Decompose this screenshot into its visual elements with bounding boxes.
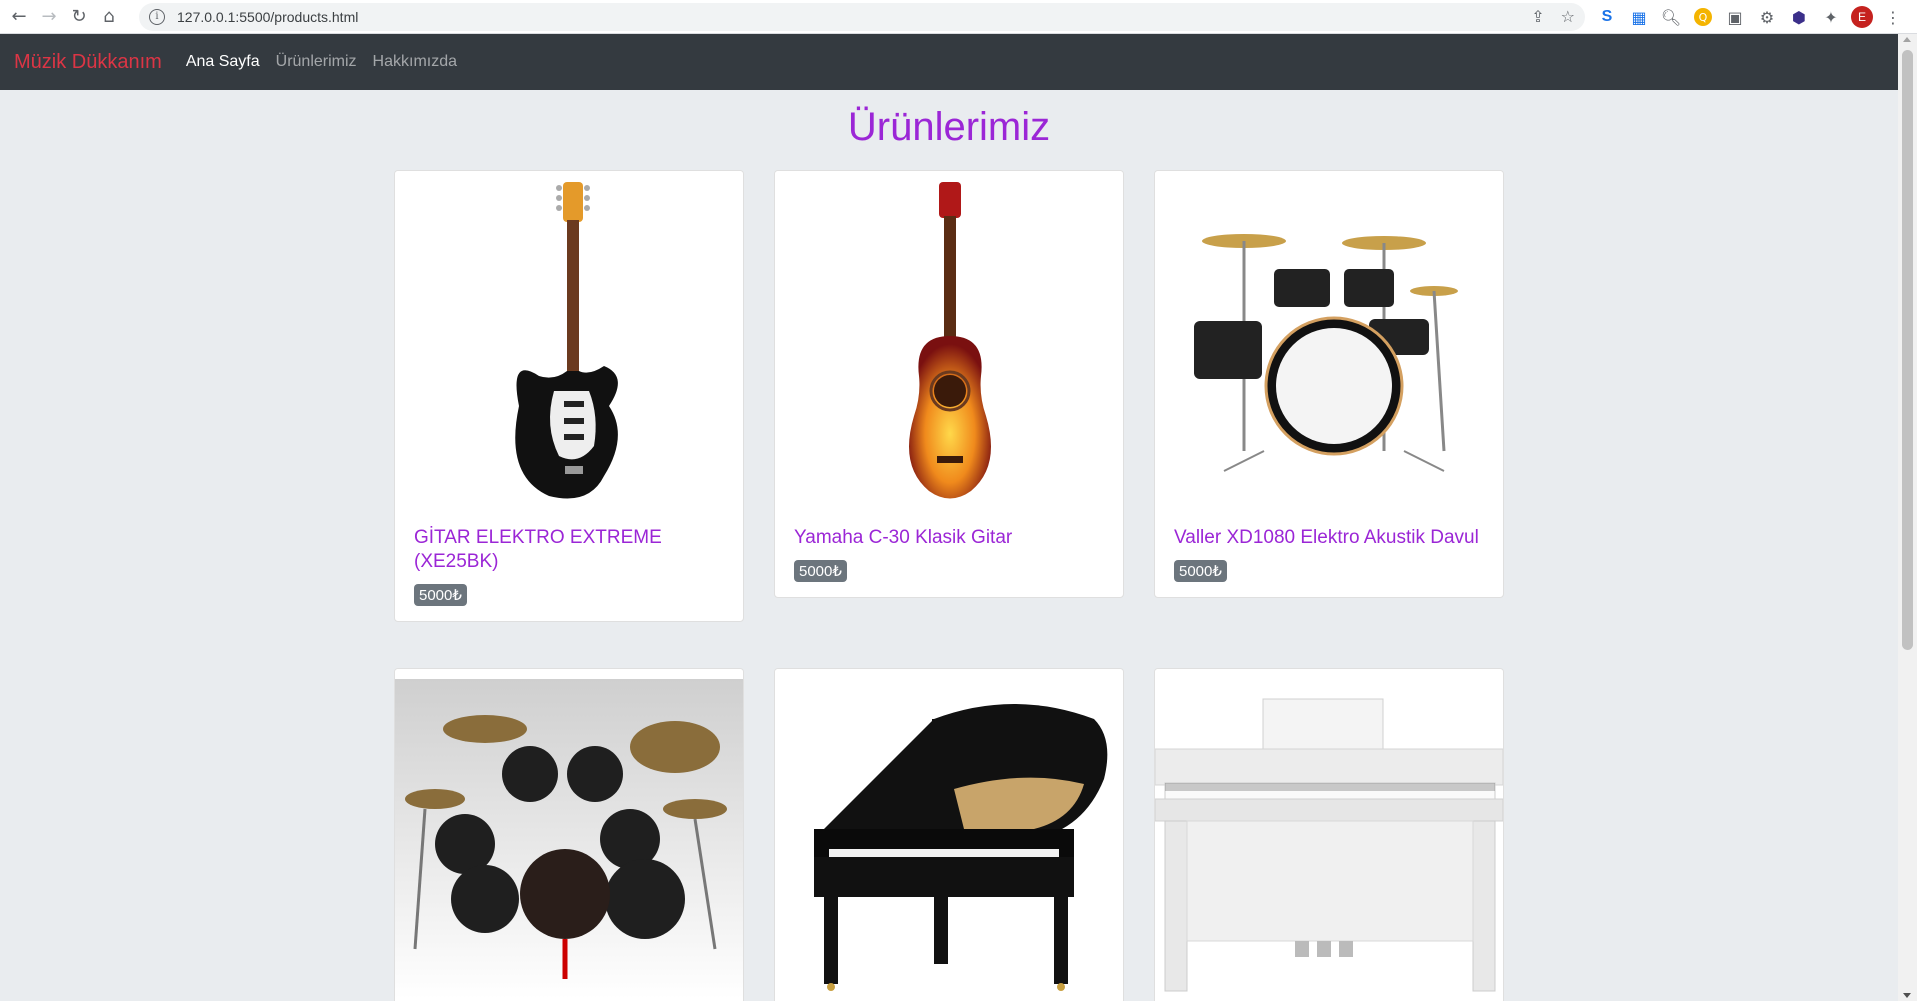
- nav-link-about[interactable]: Hakkımızda: [373, 53, 457, 71]
- product-card[interactable]: [774, 668, 1124, 1001]
- back-icon[interactable]: ←: [4, 2, 34, 32]
- page-scrollbar[interactable]: [1898, 34, 1917, 1001]
- brand-link[interactable]: Müzik Dükkanım: [14, 51, 162, 74]
- product-title[interactable]: Valler XD1080 Elektro Akustik Davul: [1174, 526, 1484, 550]
- skype-extension-icon[interactable]: S: [1595, 5, 1619, 29]
- coin-extension-icon[interactable]: Q: [1694, 8, 1712, 26]
- product-title[interactable]: Yamaha C-30 Klasik Gitar: [794, 526, 1104, 550]
- price-badge: 5000₺: [794, 560, 847, 582]
- price-badge: 5000₺: [1174, 560, 1227, 582]
- drum-kit-image[interactable]: [1155, 171, 1503, 511]
- nav-links: Ana Sayfa Ürünlerimiz Hakkımızda: [186, 53, 457, 71]
- product-card[interactable]: [394, 668, 744, 1001]
- product-card[interactable]: GİTAR ELEKTRO EXTREME (XE25BK) 5000₺: [394, 170, 744, 622]
- extensions-icon[interactable]: ✦: [1819, 5, 1843, 29]
- share-icon[interactable]: ⇪: [1531, 7, 1544, 26]
- page-title: Ürünlerimiz: [847, 105, 1051, 149]
- product-title[interactable]: GİTAR ELEKTRO EXTREME (XE25BK): [414, 526, 724, 574]
- puzzle-piece-extension-icon[interactable]: ⚙: [1755, 5, 1779, 29]
- shield-extension-icon[interactable]: ⬢: [1787, 5, 1811, 29]
- drum-kit-image[interactable]: [395, 669, 743, 1001]
- url-text[interactable]: 127.0.0.1:5500/products.html: [177, 9, 358, 25]
- profile-avatar[interactable]: E: [1851, 6, 1873, 28]
- product-card[interactable]: Yamaha C-30 Klasik Gitar 5000₺: [774, 170, 1124, 598]
- home-icon[interactable]: ⌂: [94, 2, 124, 32]
- reload-icon[interactable]: ↻: [64, 2, 94, 32]
- digital-piano-image[interactable]: [1155, 669, 1503, 1001]
- browser-toolbar: ← → ↻ ⌂ i 127.0.0.1:5500/products.html ⇪…: [0, 0, 1917, 34]
- browser-menu-icon[interactable]: ⋮: [1881, 5, 1905, 29]
- scrollbar-thumb[interactable]: [1902, 50, 1913, 650]
- price-badge: 5000₺: [414, 584, 467, 606]
- forward-icon[interactable]: →: [34, 2, 64, 32]
- site-navbar: Müzik Dükkanım Ana Sayfa Ürünlerimiz Hak…: [0, 34, 1898, 90]
- magnifier-extension-icon[interactable]: 🔍︎: [1659, 5, 1683, 29]
- product-card[interactable]: Valler XD1080 Elektro Akustik Davul 5000…: [1154, 170, 1504, 598]
- scroll-down-arrow-icon[interactable]: [1903, 993, 1911, 998]
- site-info-icon[interactable]: i: [149, 9, 165, 25]
- classical-guitar-image[interactable]: [775, 171, 1123, 511]
- electric-guitar-image[interactable]: [395, 171, 743, 511]
- chart-extension-icon[interactable]: ▦: [1627, 5, 1651, 29]
- bookmark-star-icon[interactable]: ☆: [1561, 7, 1575, 26]
- product-card[interactable]: [1154, 668, 1504, 1001]
- nav-link-products[interactable]: Ürünlerimiz: [276, 53, 357, 71]
- address-bar[interactable]: i 127.0.0.1:5500/products.html ⇪ ☆: [139, 3, 1585, 31]
- grand-piano-image[interactable]: [775, 669, 1123, 1001]
- scroll-up-arrow-icon[interactable]: [1903, 37, 1911, 42]
- nav-link-home[interactable]: Ana Sayfa: [186, 53, 260, 71]
- translate-extension-icon[interactable]: ▣: [1723, 5, 1747, 29]
